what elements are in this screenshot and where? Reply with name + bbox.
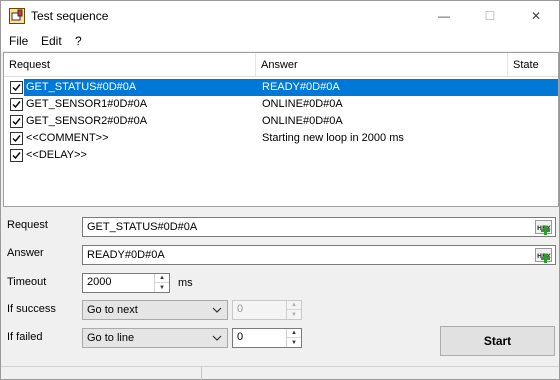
status-divider (201, 367, 202, 380)
timeout-label: Timeout (7, 276, 47, 288)
success-action-value: Go to next (87, 304, 138, 316)
check-icon (12, 84, 21, 92)
chevron-down-icon (212, 307, 222, 313)
failed-action-value: Go to line (87, 332, 135, 344)
spin-down-icon[interactable]: ▼ (155, 283, 169, 292)
menu-file[interactable]: File (9, 34, 28, 48)
spin-down-icon[interactable]: ▼ (287, 338, 301, 347)
minimize-icon: — (438, 9, 450, 23)
timeout-stepper[interactable]: 2000 ▲ ▼ (82, 273, 170, 293)
request-hex-button[interactable]: HEX (535, 220, 552, 235)
check-icon (12, 101, 21, 109)
row-answer: Starting new loop in 2000 ms (262, 132, 404, 144)
sequence-list[interactable]: Request Answer State GET_STATUS#0D#0A RE… (3, 52, 559, 207)
timeout-unit: ms (178, 277, 193, 289)
row-checkbox[interactable] (10, 132, 23, 145)
check-icon (12, 135, 21, 143)
row-state (508, 113, 558, 130)
row-request: GET_SENSOR1#0D#0A (26, 98, 148, 110)
failed-line-value: 0 (237, 331, 244, 343)
check-icon (12, 152, 21, 160)
row-state (508, 147, 558, 164)
success-label: If success (7, 303, 56, 315)
window-title: Test sequence (31, 9, 109, 23)
row-checkbox[interactable] (10, 98, 23, 111)
title-bar[interactable]: Test sequence — ☐ ✕ (1, 1, 559, 31)
request-value: GET_STATUS#0D#0A (87, 221, 198, 233)
row-answer: ONLINE#0D#0A (262, 115, 343, 127)
spin-down-icon[interactable]: ▼ (287, 310, 301, 319)
menu-bar: File Edit ? (1, 31, 559, 51)
failed-label: If failed (7, 331, 43, 343)
success-action-select[interactable]: Go to next (82, 300, 228, 320)
answer-label: Answer (7, 247, 44, 259)
row-checkbox[interactable] (10, 149, 23, 162)
row-state (508, 96, 558, 113)
row-checkbox[interactable] (10, 81, 23, 94)
column-header-answer[interactable]: Answer (256, 53, 508, 77)
success-line-stepper[interactable]: 0 ▲ ▼ (232, 300, 302, 320)
list-header: Request Answer State (4, 53, 558, 77)
row-answer (256, 147, 508, 164)
answer-field[interactable]: READY#0D#0A HEX (82, 245, 556, 265)
failed-line-spin-buttons[interactable]: ▲ ▼ (286, 329, 301, 347)
success-line-value: 0 (237, 303, 244, 315)
chevron-down-icon (212, 335, 222, 341)
status-bar (1, 366, 559, 380)
list-row[interactable]: <<DELAY>> (4, 147, 558, 164)
close-button[interactable]: ✕ (513, 1, 559, 31)
maximize-button[interactable]: ☐ (467, 1, 513, 31)
row-answer: READY#0D#0A (256, 79, 508, 96)
list-row[interactable]: GET_SENSOR2#0D#0A ONLINE#0D#0A (4, 113, 558, 130)
row-state (508, 130, 558, 147)
row-request: <<DELAY>> (26, 149, 87, 161)
request-label: Request (7, 219, 48, 231)
column-header-state[interactable]: State (508, 53, 558, 77)
minimize-button[interactable]: — (421, 1, 467, 31)
list-row[interactable]: GET_STATUS#0D#0A READY#0D#0A (4, 79, 558, 96)
menu-help[interactable]: ? (75, 34, 82, 48)
request-field[interactable]: GET_STATUS#0D#0A HEX (82, 217, 556, 237)
answer-value: READY#0D#0A (87, 249, 165, 261)
plus-icon (541, 226, 550, 235)
maximize-icon: ☐ (484, 9, 496, 23)
success-line-spin-buttons[interactable]: ▲ ▼ (286, 301, 301, 319)
spin-up-icon[interactable]: ▲ (287, 301, 301, 310)
plus-icon (541, 254, 550, 263)
failed-action-select[interactable]: Go to line (82, 328, 228, 348)
test-sequence-window: Test sequence — ☐ ✕ File Edit ? Request … (0, 0, 560, 380)
menu-edit[interactable]: Edit (41, 34, 62, 48)
list-row[interactable]: GET_SENSOR1#0D#0A ONLINE#0D#0A (4, 96, 558, 113)
start-button[interactable]: Start (440, 326, 555, 356)
row-request: GET_STATUS#0D#0A (24, 79, 256, 96)
timeout-spin-buttons[interactable]: ▲ ▼ (154, 274, 169, 292)
row-answer: ONLINE#0D#0A (262, 98, 343, 110)
app-icon (9, 8, 25, 24)
check-icon (12, 118, 21, 126)
row-checkbox[interactable] (10, 115, 23, 128)
row-state (508, 79, 558, 96)
close-icon: ✕ (530, 9, 542, 23)
column-header-request[interactable]: Request (4, 53, 256, 77)
spin-up-icon[interactable]: ▲ (155, 274, 169, 283)
list-row[interactable]: <<COMMENT>> Starting new loop in 2000 ms (4, 130, 558, 147)
row-request: GET_SENSOR2#0D#0A (26, 115, 148, 127)
timeout-value: 2000 (87, 276, 112, 288)
row-request: <<COMMENT>> (26, 132, 109, 144)
answer-hex-button[interactable]: HEX (535, 248, 552, 263)
failed-line-stepper[interactable]: 0 ▲ ▼ (232, 328, 302, 348)
spin-up-icon[interactable]: ▲ (287, 329, 301, 338)
